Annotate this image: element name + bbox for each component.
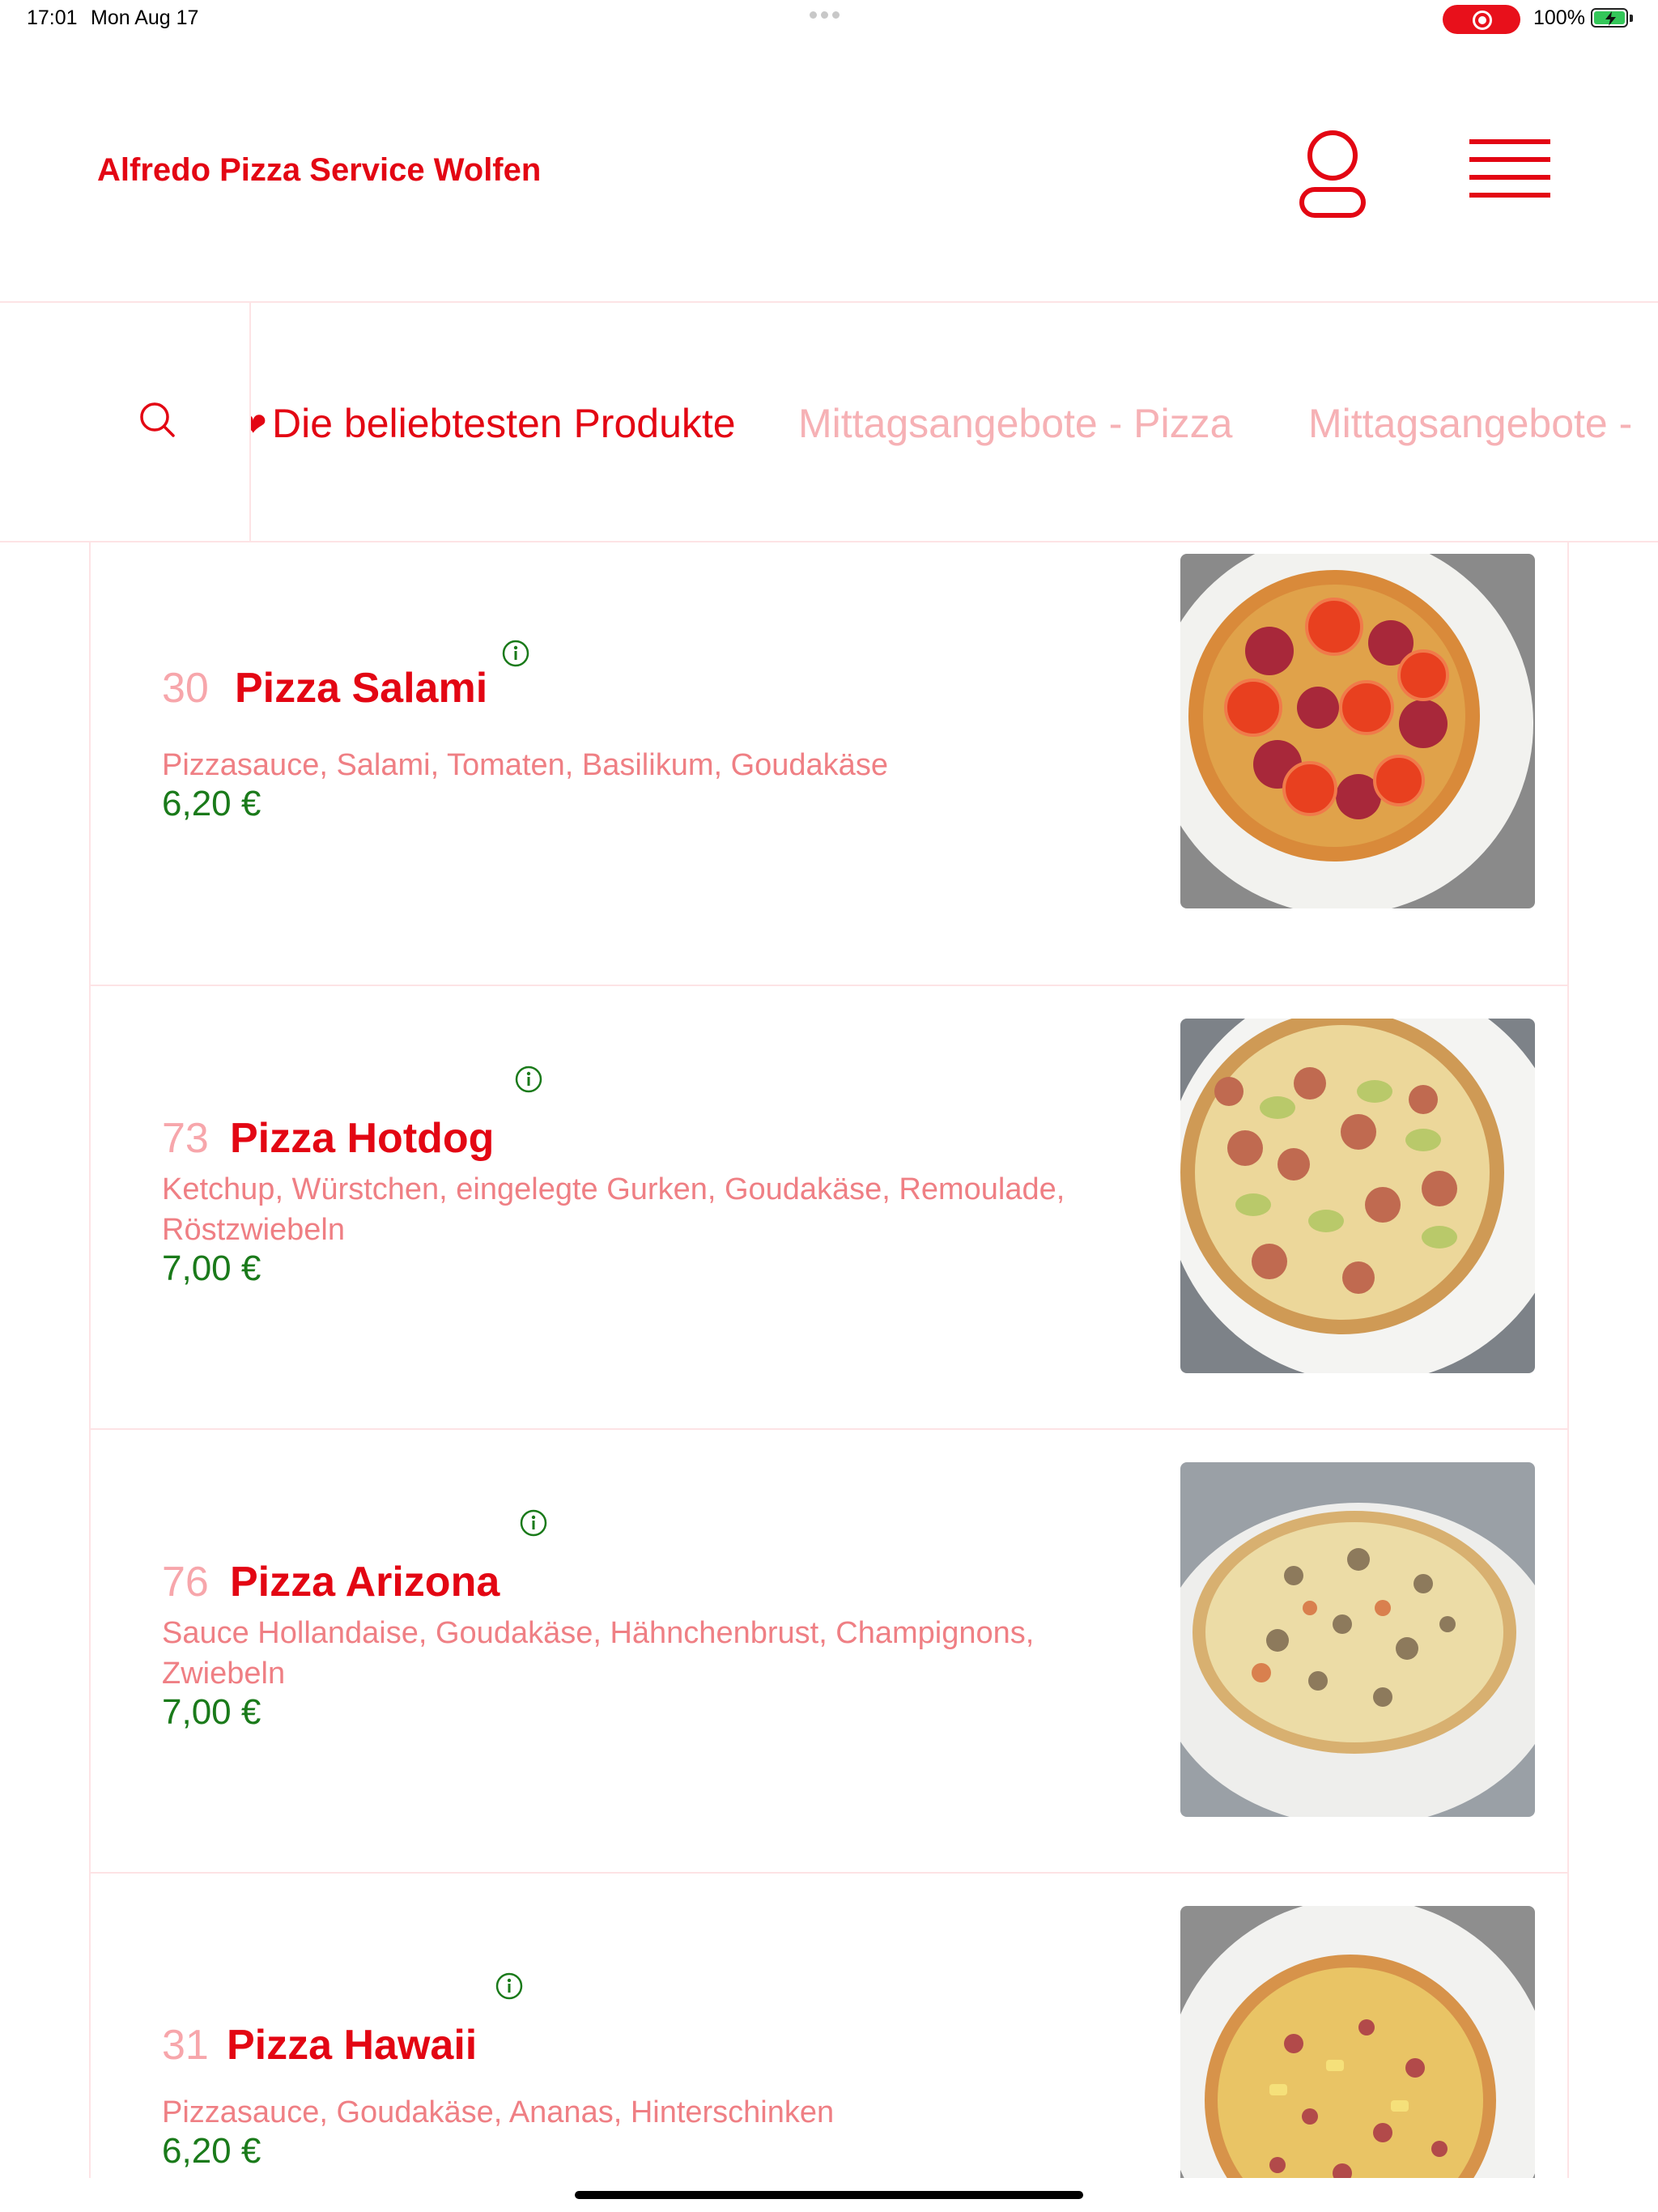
battery-cap [1630, 15, 1633, 22]
product-price: 6,20 € [162, 784, 261, 823]
product-description: Ketchup, Würstchen, eingelegte Gurken, G… [162, 1172, 1065, 1247]
screen-recording-icon [1443, 5, 1520, 34]
product-number: 73 [162, 1115, 209, 1162]
menu-line [1469, 193, 1550, 198]
info-icon[interactable] [502, 640, 529, 667]
battery-percentage: 100% [1533, 6, 1585, 29]
product-number: 31 [162, 2022, 209, 2069]
battery-icon [1591, 8, 1628, 28]
product-photo[interactable] [1180, 1906, 1535, 2178]
product-number: 76 [162, 1559, 209, 1606]
category-tab-lunch[interactable]: Mittagsangebote - [1308, 400, 1632, 447]
info-icon[interactable] [495, 1972, 523, 2000]
product-item[interactable]: 31 Pizza Hawaii Pizzasauce, Goudakäse, A… [91, 1874, 1567, 2178]
restaurant-title: Alfredo Pizza Service Wolfen [97, 152, 542, 188]
category-nav: ❤ Die beliebtesten Produkte Mittagsangeb… [0, 303, 1658, 542]
hamburger-menu-button[interactable] [1465, 136, 1554, 209]
product-photo[interactable] [1180, 1019, 1535, 1373]
product-name: Pizza Salami [235, 665, 488, 712]
product-description: Sauce Hollandaise, Goudakäse, Hähnchenbr… [162, 1616, 1035, 1691]
user-icon [1299, 130, 1366, 218]
product-list: 30 Pizza Salami Pizzasauce, Salami, Toma… [89, 542, 1569, 2178]
product-item[interactable]: 30 Pizza Salami Pizzasauce, Salami, Toma… [91, 542, 1567, 986]
status-time: 17:01 [27, 6, 78, 29]
status-bar: 17:01 Mon Aug 17 100% [0, 0, 1658, 39]
product-item[interactable]: 76 Pizza Arizona Sauce Hollandaise, Goud… [91, 1430, 1567, 1874]
product-number: 30 [162, 665, 209, 712]
product-price: 7,00 € [162, 1692, 261, 1732]
user-account-button[interactable] [1292, 126, 1373, 223]
product-price: 7,00 € [162, 1249, 261, 1288]
category-tab-lunch-pizza[interactable]: Mittagsangebote - Pizza [798, 400, 1232, 447]
product-price: 6,20 € [162, 2131, 261, 2171]
menu-line [1469, 139, 1550, 144]
home-indicator[interactable] [575, 2191, 1083, 2199]
category-tab-popular[interactable]: Die beliebtesten Produkte [272, 400, 736, 447]
product-name: Pizza Hotdog [230, 1115, 495, 1162]
multitask-dots-icon[interactable] [810, 8, 848, 19]
product-name: Pizza Hawaii [227, 2022, 478, 2069]
menu-line [1469, 157, 1550, 162]
product-photo[interactable] [1180, 1462, 1535, 1817]
product-name: Pizza Arizona [230, 1559, 500, 1606]
menu-line [1469, 175, 1550, 180]
product-description: Pizzasauce, Goudakäse, Ananas, Hintersch… [162, 2095, 835, 2129]
product-item[interactable]: 73 Pizza Hotdog Ketchup, Würstchen, eing… [91, 986, 1567, 1430]
info-icon[interactable] [515, 1066, 542, 1093]
search-icon [140, 402, 175, 437]
product-description: Pizzasauce, Salami, Tomaten, Basilikum, … [162, 748, 888, 782]
app-header: Alfredo Pizza Service Wolfen [0, 39, 1658, 303]
product-photo[interactable] [1180, 554, 1535, 908]
status-date: Mon Aug 17 [91, 6, 199, 29]
info-icon[interactable] [520, 1509, 547, 1537]
search-button[interactable] [0, 303, 251, 541]
